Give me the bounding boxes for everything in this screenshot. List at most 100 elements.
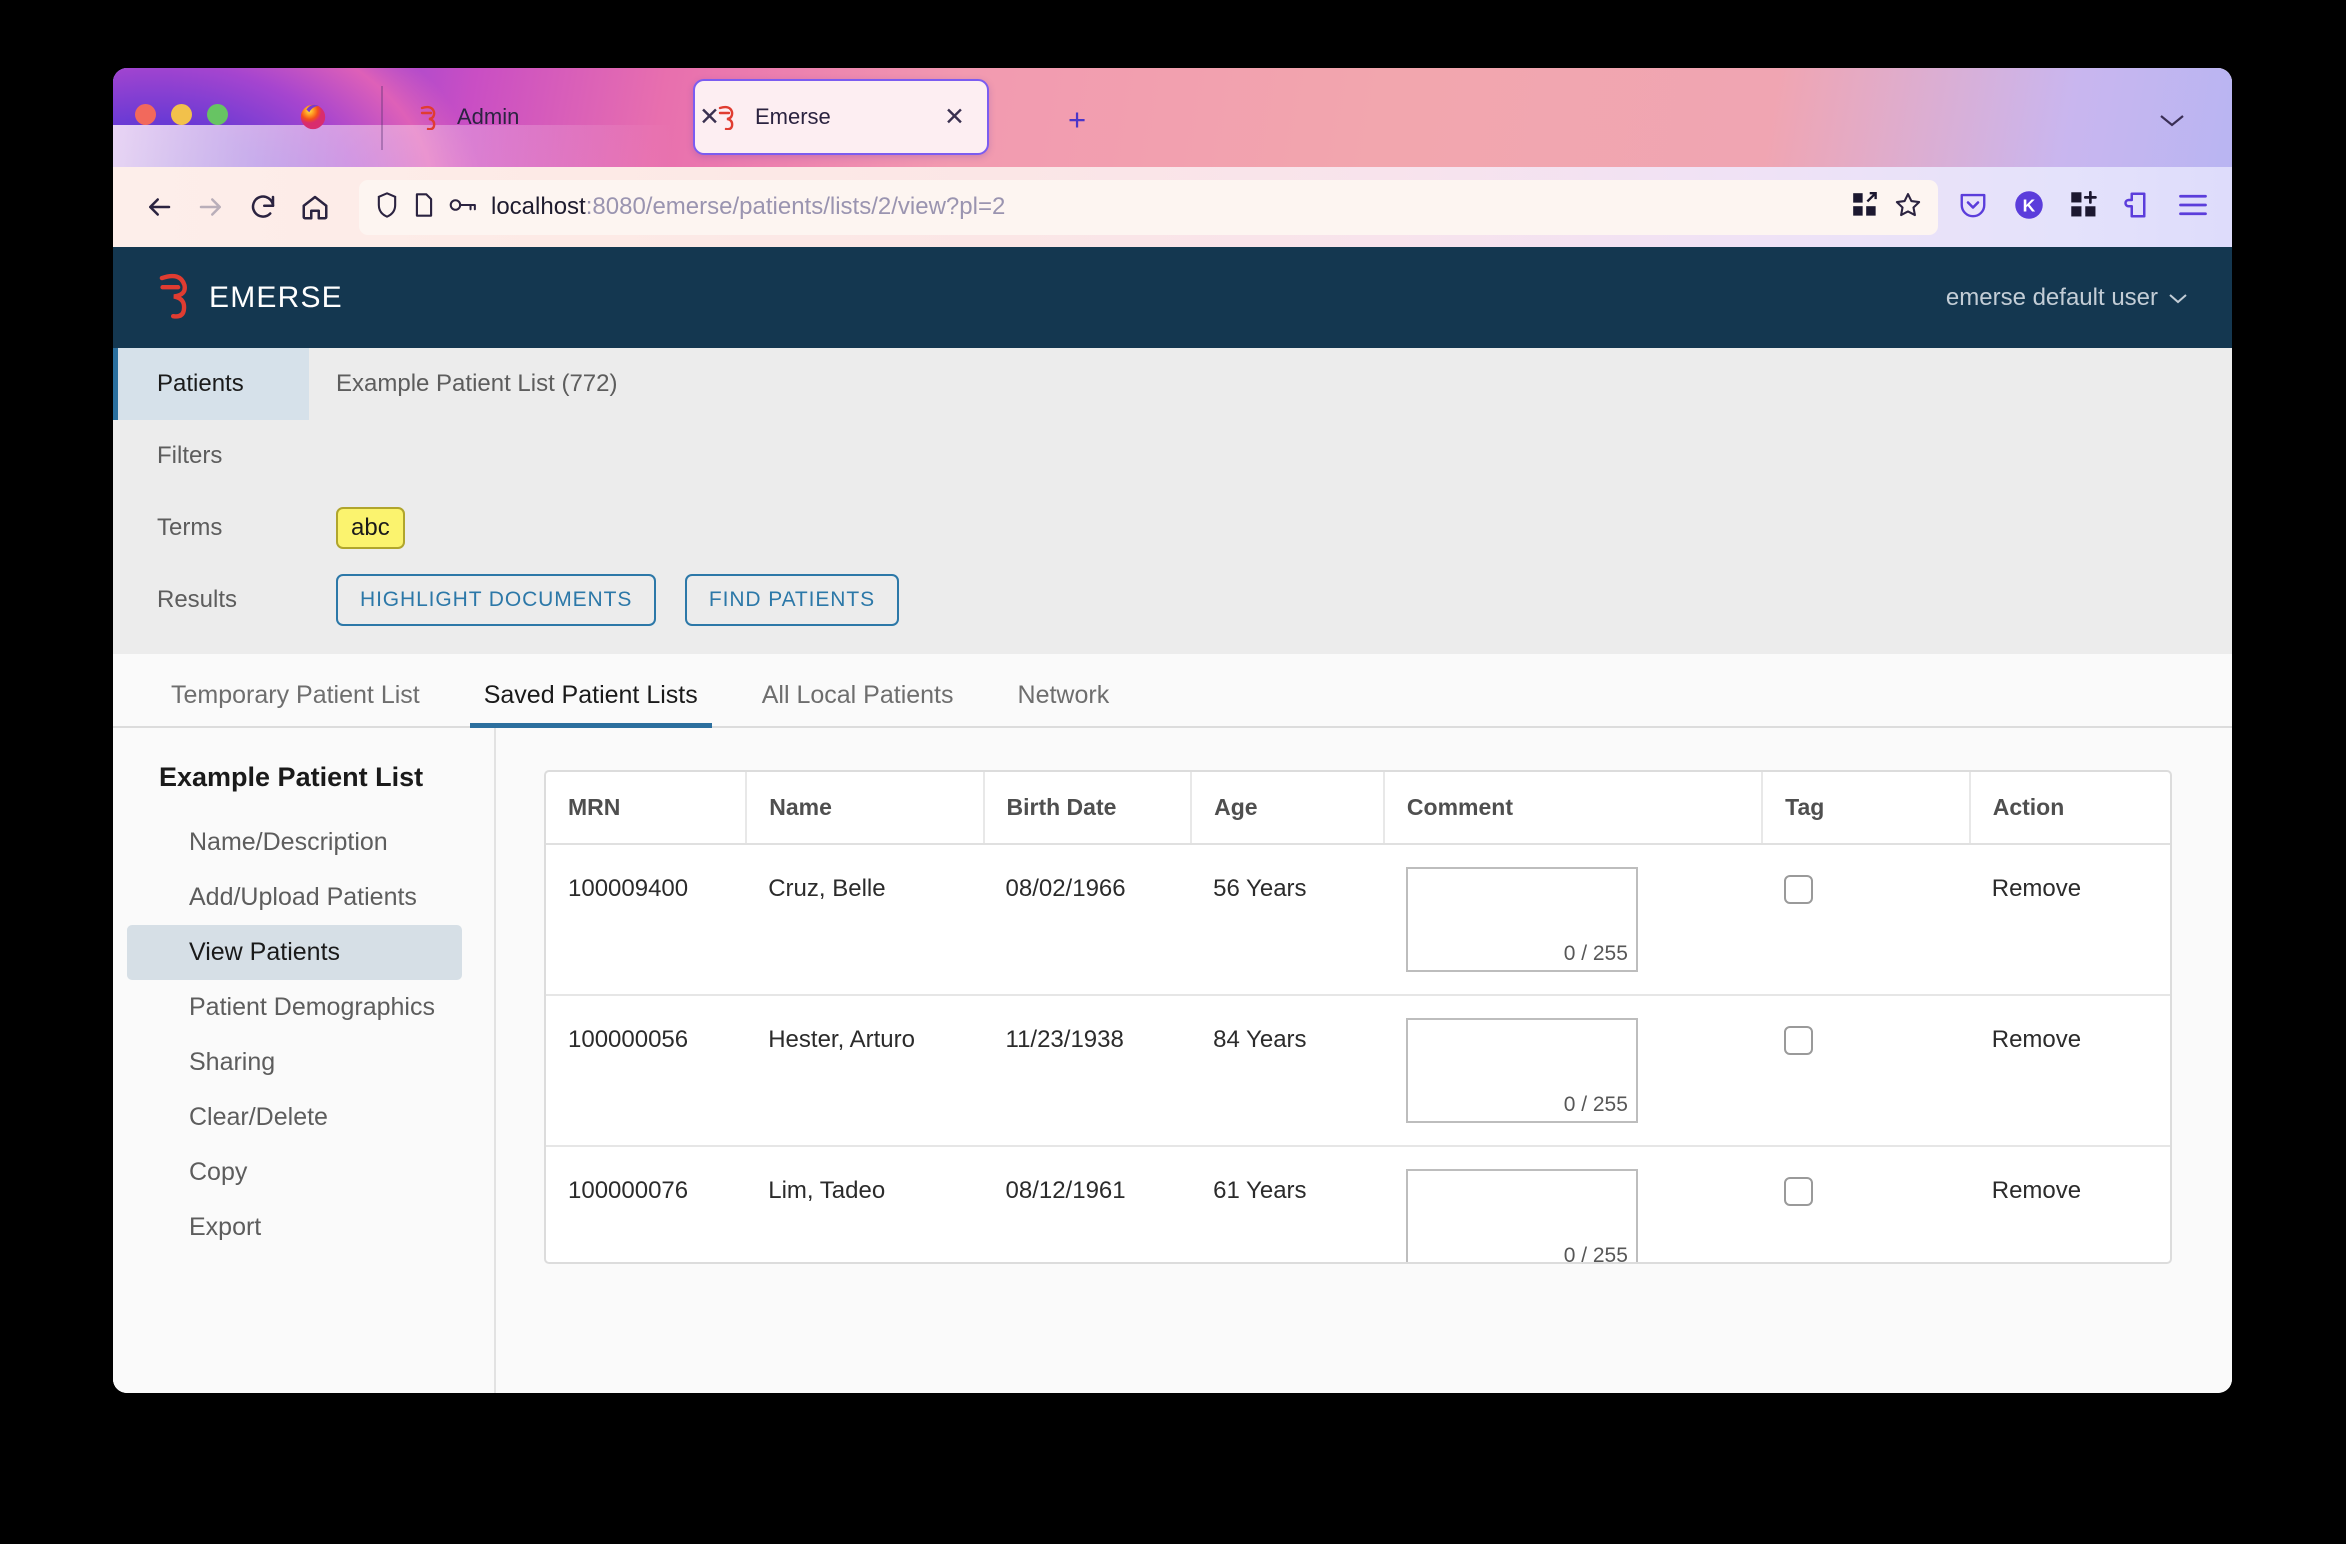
- home-icon[interactable]: [293, 185, 337, 229]
- search-row-results[interactable]: Results HIGHLIGHT DOCUMENTS FIND PATIENT…: [113, 564, 2232, 636]
- column-header-birth-date[interactable]: Birth Date: [983, 772, 1193, 845]
- tab-saved-patient-lists[interactable]: Saved Patient Lists: [469, 681, 712, 728]
- highlight-documents-button[interactable]: HIGHLIGHT DOCUMENTS: [336, 574, 657, 626]
- sidebar-item-copy[interactable]: Copy: [127, 1145, 462, 1200]
- reload-icon[interactable]: [241, 185, 285, 229]
- new-tab-button[interactable]: +: [1068, 104, 1086, 135]
- sidebar-item-clear-delete[interactable]: Clear/Delete: [127, 1090, 462, 1145]
- search-row-patients[interactable]: Patients Example Patient List (772): [113, 348, 2232, 420]
- tab-temporary-patient-list[interactable]: Temporary Patient List: [157, 681, 434, 726]
- table-row: 100009400 Cruz, Belle 08/02/1966 56 Year…: [546, 844, 2170, 996]
- tag-checkbox[interactable]: [1784, 875, 1814, 904]
- search-row-label: Patients: [113, 348, 309, 420]
- sidebar-title: Example Patient List: [159, 762, 424, 792]
- column-header-mrn[interactable]: MRN: [546, 772, 748, 845]
- cell-mrn: 100000056: [546, 995, 747, 1147]
- svg-text:K: K: [2023, 195, 2036, 215]
- cell-tag: [1762, 995, 1970, 1147]
- comment-input[interactable]: 0 / 255: [1405, 1169, 1638, 1262]
- cell-birth-date: 08/12/1961: [983, 1146, 1192, 1262]
- content-tabs: Temporary Patient List Saved Patient Lis…: [113, 654, 2232, 728]
- key-icon[interactable]: [449, 195, 477, 220]
- back-icon[interactable]: [137, 185, 181, 229]
- account-k-icon[interactable]: K: [2014, 190, 2044, 225]
- tab-divider: [381, 86, 383, 150]
- browser-tab-close-emerse[interactable]: ✕: [944, 104, 965, 130]
- extension-grid-icon[interactable]: [1852, 191, 1878, 223]
- column-header-tag[interactable]: Tag: [1762, 772, 1971, 845]
- sidebar-item-name-description[interactable]: Name/Description: [127, 815, 462, 870]
- search-row-filters[interactable]: Filters: [113, 420, 2232, 492]
- cell-birth-date: 08/02/1966: [983, 844, 1192, 996]
- shield-icon[interactable]: [375, 191, 399, 224]
- comment-input[interactable]: 0 / 255: [1405, 1018, 1638, 1123]
- search-row-label: Filters: [157, 442, 223, 469]
- cell-tag: [1762, 1146, 1970, 1262]
- sidebar-item-patient-demographics[interactable]: Patient Demographics: [127, 980, 462, 1035]
- tag-checkbox[interactable]: [1784, 1026, 1814, 1055]
- patients-table-body: 100009400 Cruz, Belle 08/02/1966 56 Year…: [546, 844, 2170, 1262]
- comment-char-counter: 0 / 255: [1563, 942, 1628, 965]
- pocket-icon[interactable]: [1958, 190, 1988, 225]
- page-info-icon[interactable]: [413, 192, 435, 223]
- browser-tab-strip: Admin ✕ Emerse ✕ +: [113, 68, 2232, 167]
- table-row: 100000056 Hester, Arturo 11/23/1938 84 Y…: [546, 995, 2170, 1147]
- minimize-window-button[interactable]: [171, 104, 192, 125]
- emerse-logo-icon: [157, 271, 195, 324]
- remove-patient-link[interactable]: Remove: [1969, 1146, 2170, 1262]
- maximize-window-button[interactable]: [207, 104, 228, 125]
- sidebar-item-export[interactable]: Export: [127, 1200, 462, 1255]
- app-header: EMERSE emerse default user: [113, 247, 2232, 348]
- user-menu[interactable]: emerse default user: [1946, 284, 2188, 312]
- column-header-name[interactable]: Name: [746, 772, 985, 845]
- cell-birth-date: 11/23/1938: [983, 995, 1192, 1147]
- puzzle-icon[interactable]: [2124, 190, 2152, 225]
- browser-window: Admin ✕ Emerse ✕ + localhost:8080/emerse…: [113, 68, 2232, 1393]
- sidebar-item-view-patients[interactable]: View Patients: [127, 925, 462, 980]
- comment-input[interactable]: 0 / 255: [1405, 867, 1638, 972]
- cell-age: 84 Years: [1191, 995, 1384, 1147]
- remove-patient-link[interactable]: Remove: [1969, 844, 2170, 996]
- find-patients-button[interactable]: FIND PATIENTS: [684, 574, 899, 626]
- browser-tab-close-admin[interactable]: ✕: [699, 102, 720, 132]
- brand-name: EMERSE: [209, 280, 343, 314]
- term-chip-abc[interactable]: abc: [336, 507, 405, 549]
- close-window-button[interactable]: [135, 104, 156, 125]
- url-text: localhost:8080/emerse/patients/lists/2/v…: [491, 193, 1006, 220]
- forward-icon[interactable]: [189, 185, 233, 229]
- cell-name: Lim, Tadeo: [746, 1146, 984, 1262]
- patients-table: MRN Name Birth Date Age Comment Tag Acti…: [546, 772, 2170, 1262]
- tab-network[interactable]: Network: [1004, 681, 1124, 726]
- patient-list-summary: Example Patient List (772): [336, 370, 618, 397]
- column-header-action[interactable]: Action: [1969, 772, 2170, 845]
- sidebar-item-sharing[interactable]: Sharing: [127, 1035, 462, 1090]
- cell-comment: 0 / 255: [1383, 995, 1763, 1147]
- tag-checkbox[interactable]: [1784, 1177, 1814, 1206]
- table-header-row: MRN Name Birth Date Age Comment Tag Acti…: [546, 772, 2170, 845]
- cell-mrn: 100000076: [546, 1146, 747, 1262]
- list-sidebar: Example Patient List Name/Description Ad…: [113, 728, 496, 1393]
- cell-name: Cruz, Belle: [746, 844, 984, 996]
- cell-age: 61 Years: [1191, 1146, 1384, 1262]
- column-header-age[interactable]: Age: [1191, 772, 1385, 845]
- search-row-terms[interactable]: Terms abc: [113, 492, 2232, 564]
- emerse-favicon-icon: [717, 104, 739, 131]
- tab-all-local-patients[interactable]: All Local Patients: [748, 681, 968, 726]
- browser-tab-emerse[interactable]: Emerse ✕: [693, 79, 989, 155]
- cell-comment: 0 / 255: [1383, 1146, 1763, 1262]
- list-all-tabs-icon[interactable]: [2158, 112, 2186, 133]
- firefox-logo-icon: [298, 101, 328, 131]
- chevron-down-icon: [2168, 284, 2188, 312]
- bookmark-star-icon[interactable]: [1894, 191, 1922, 224]
- url-bar[interactable]: localhost:8080/emerse/patients/lists/2/v…: [359, 179, 1938, 235]
- hamburger-menu-icon[interactable]: [2178, 193, 2208, 222]
- browser-tab-admin[interactable]: Admin: [397, 79, 697, 155]
- search-row-label: Results: [157, 586, 238, 613]
- patients-main: MRN Name Birth Date Age Comment Tag Acti…: [496, 728, 2232, 1393]
- remove-patient-link[interactable]: Remove: [1969, 995, 2170, 1147]
- add-extension-icon[interactable]: [2070, 190, 2098, 224]
- brand[interactable]: EMERSE: [157, 271, 343, 324]
- column-header-comment[interactable]: Comment: [1383, 772, 1764, 845]
- patients-table-header: MRN Name Birth Date Age Comment Tag Acti…: [546, 772, 2170, 845]
- sidebar-item-add-upload-patients[interactable]: Add/Upload Patients: [127, 870, 462, 925]
